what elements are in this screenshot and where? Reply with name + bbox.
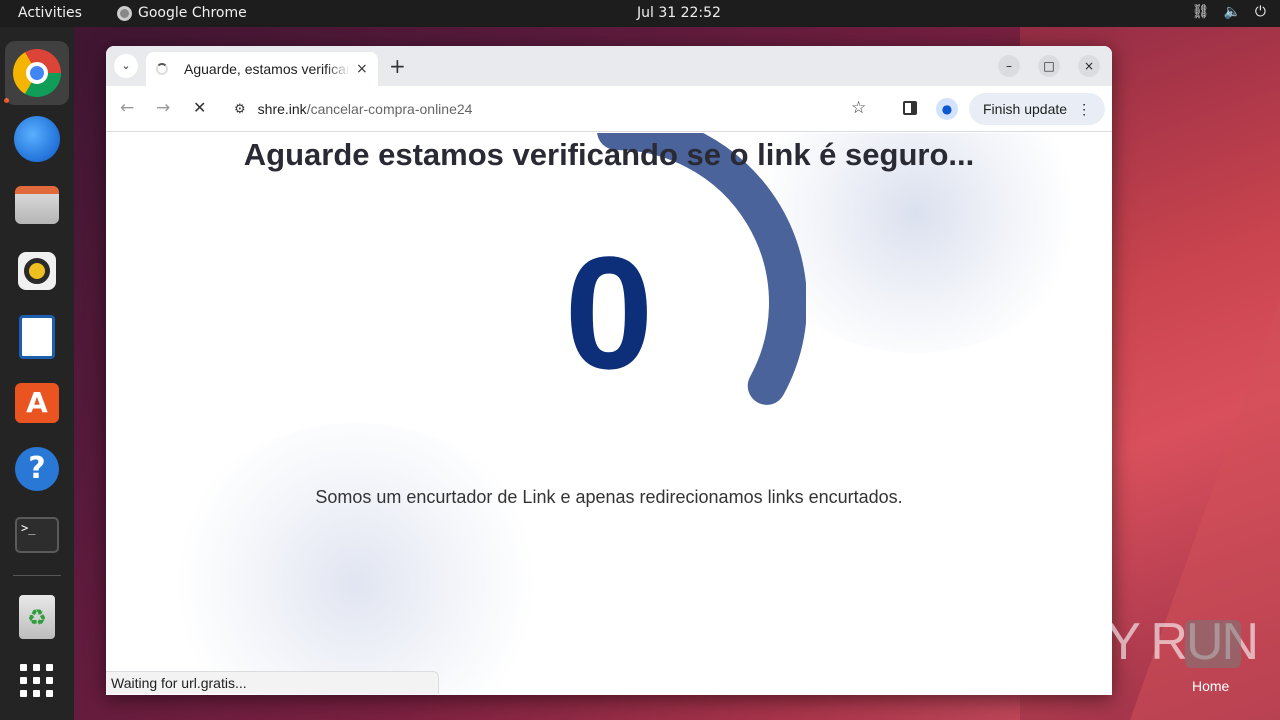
app-menu[interactable]: Google Chrome [117,5,247,21]
show-apps-icon [20,664,54,698]
app-center-icon: A [15,383,59,423]
help-icon: ? [15,447,59,491]
loading-spinner-icon [156,63,168,75]
address-bar[interactable]: ⚙ shre.ink/cancelar-compra-online24 [224,93,884,125]
browser-window: ⌄ Aguarde, estamos verificando × + – □ ×… [106,46,1112,695]
top-bar: Activities Google Chrome Jul 31 22:52 ⛓ … [0,0,1280,27]
dock-writer[interactable] [13,313,61,361]
home-folder-icon[interactable] [1185,620,1241,668]
close-button[interactable]: × [1078,55,1100,77]
toolbar: ← → ✕ ⚙ shre.ink/cancelar-compra-online2… [106,86,1112,132]
files-icon [15,186,59,224]
side-panel-icon[interactable] [903,101,917,115]
tab-search-button[interactable]: ⌄ [114,54,138,78]
status-bar: Waiting for url.gratis... [106,671,439,694]
app-name: Google Chrome [138,5,247,21]
bookmark-star-icon[interactable]: ☆ [851,98,866,118]
chrome-icon [13,49,61,97]
back-button[interactable]: ← [120,98,134,118]
stop-button[interactable]: ✕ [193,98,206,117]
power-icon: ⏻ [1254,4,1266,20]
dock: A ? >_ ♻ [0,27,74,720]
clock[interactable]: Jul 31 22:52 [637,5,721,21]
dock-rhythmbox[interactable] [13,247,61,295]
dock-files[interactable] [13,181,61,229]
thunderbird-icon [14,116,60,162]
page-headline: Aguarde estamos verificando se o link é … [243,137,975,172]
forward-button[interactable]: → [156,98,170,118]
dock-app-center[interactable]: A [13,379,61,427]
profile-avatar-icon[interactable]: ● [936,98,958,120]
dock-show-apps[interactable] [13,657,61,705]
new-tab-button[interactable]: + [389,54,406,78]
tab-title: Aguarde, estamos verificando [184,61,350,77]
home-folder-label: Home [1192,678,1230,694]
trash-icon: ♻ [19,595,55,639]
url-path: /cancelar-compra-online24 [306,101,473,117]
activities-button[interactable]: Activities [18,5,82,21]
rhythmbox-icon [18,252,56,290]
tab-active[interactable]: Aguarde, estamos verificando × [146,52,378,86]
maximize-button[interactable]: □ [1038,55,1060,77]
terminal-icon: >_ [15,517,59,553]
tab-strip: ⌄ Aguarde, estamos verificando × + – □ × [106,46,1112,86]
dock-thunderbird[interactable] [13,115,61,163]
kebab-menu-icon: ⋮ [1077,100,1092,117]
background-blob [166,423,546,695]
finish-update-button[interactable]: Finish update ⋮ [969,93,1106,125]
dock-terminal[interactable]: >_ [13,511,61,559]
chrome-mini-icon [117,5,132,21]
page-content: Aguarde estamos verificando se o link é … [106,133,1112,695]
volume-icon: 🔈 [1223,4,1241,20]
countdown-counter: 0 [564,223,654,402]
tab-close-button[interactable]: × [356,61,368,77]
writer-icon [19,315,55,359]
url-host: shre.ink [257,101,307,117]
site-settings-icon[interactable]: ⚙ [234,101,246,117]
page-subtext: Somos um encurtador de Link e apenas red… [315,487,903,507]
system-tray[interactable]: ⛓ 🔈 ⏻ [1192,4,1266,20]
dock-help[interactable]: ? [13,445,61,493]
minimize-button[interactable]: – [998,55,1020,77]
dock-separator [13,575,61,576]
finish-update-label: Finish update [983,101,1068,117]
dock-trash[interactable]: ♻ [13,593,61,641]
network-icon: ⛓ [1191,4,1210,20]
dock-chrome[interactable] [5,41,69,105]
